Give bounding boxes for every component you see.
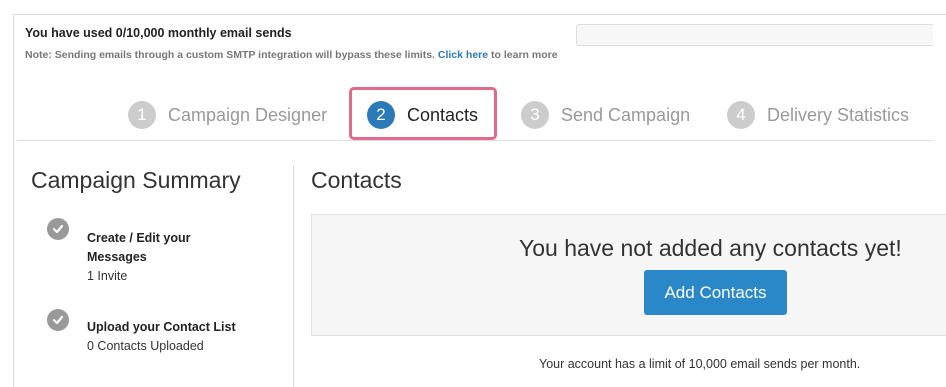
empty-contacts-message: You have not added any contacts yet! bbox=[519, 235, 902, 261]
summary-item-heading: Upload your Contact List bbox=[87, 320, 236, 334]
contacts-empty-panel bbox=[311, 214, 946, 336]
usage-title: You have used 0/10,000 monthly email sen… bbox=[25, 26, 292, 40]
usage-note-suffix: to learn more bbox=[491, 49, 558, 61]
check-circle-icon bbox=[47, 309, 69, 331]
step-number-badge: 3 bbox=[521, 101, 549, 129]
learn-more-link[interactable]: Click here bbox=[438, 49, 488, 61]
check-circle-icon bbox=[47, 218, 69, 240]
summary-item-detail: 1 Invite bbox=[87, 269, 128, 283]
usage-progress-bar bbox=[576, 24, 933, 46]
step-number-badge: 4 bbox=[727, 101, 755, 129]
send-limit-note: Your account has a limit of 10,000 email… bbox=[539, 357, 861, 371]
usage-note-text: Note: Sending emails through a custom SM… bbox=[25, 49, 435, 61]
steps-divider bbox=[17, 140, 933, 141]
step-label: Delivery Statistics bbox=[767, 104, 910, 125]
step-number-badge: 1 bbox=[128, 101, 156, 129]
summary-item-detail: 0 Contacts Uploaded bbox=[87, 339, 204, 353]
summary-item-contact-list: Upload your Contact List 0 Contacts Uplo… bbox=[87, 318, 267, 356]
tab-send-campaign[interactable]: 3 Send Campaign bbox=[521, 101, 690, 129]
column-divider bbox=[293, 165, 294, 387]
step-label: Campaign Designer bbox=[168, 104, 328, 125]
contacts-section-title: Contacts bbox=[311, 167, 402, 193]
tab-campaign-designer[interactable]: 1 Campaign Designer bbox=[128, 101, 327, 129]
usage-note: Note: Sending emails through a custom SM… bbox=[25, 49, 558, 61]
step-label: Send Campaign bbox=[561, 104, 691, 125]
add-contacts-button[interactable]: Add Contacts bbox=[644, 270, 787, 315]
tab-delivery-statistics[interactable]: 4 Delivery Statistics bbox=[727, 101, 909, 129]
campaign-summary-title: Campaign Summary bbox=[31, 167, 241, 193]
summary-item-messages: Create / Edit your Messages 1 Invite bbox=[87, 229, 237, 286]
summary-item-heading: Create / Edit your Messages bbox=[87, 231, 191, 264]
active-tab-highlight bbox=[349, 87, 497, 140]
